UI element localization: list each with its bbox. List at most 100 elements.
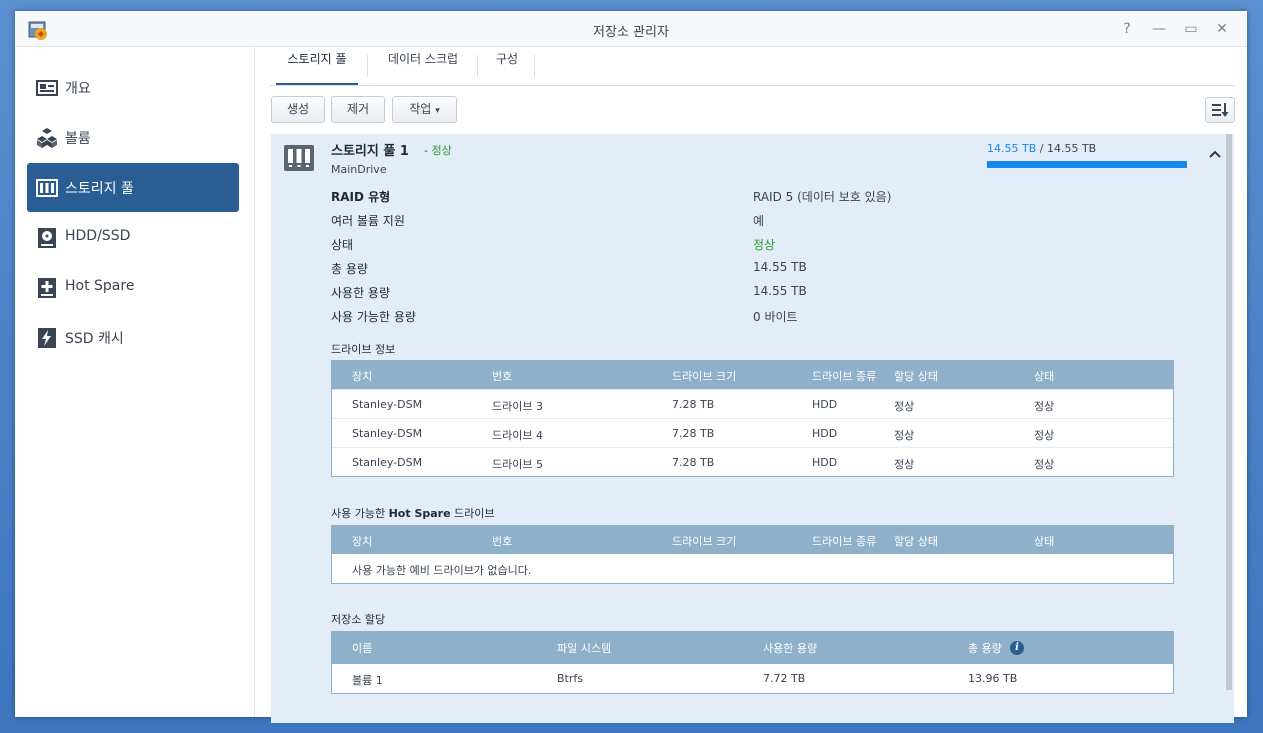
tab-divider [477, 55, 478, 77]
cell-total: 13.96 TB [968, 672, 1018, 685]
hot-spare-title: 사용 가능한 Hot Spare 드라이브 [331, 505, 495, 521]
column-header[interactable]: 할당 상태 [894, 533, 938, 549]
capacity-total: 14.55 TB [1046, 142, 1097, 155]
table-row[interactable]: Stanley-DSM 드라이브 3 7.28 TB HDD 정상 정상 [332, 389, 1173, 419]
sidebar-item-hdd-ssd[interactable]: HDD/SSD [27, 213, 239, 262]
capacity-text: 14.55 TB / 14.55 TB [987, 142, 1096, 155]
detail-value-raid-type: RAID 5 (데이터 보호 있음) [753, 190, 892, 204]
remove-button[interactable]: 제거 [331, 96, 385, 123]
column-header[interactable]: 사용한 용량 [763, 640, 817, 656]
allocation-title: 저장소 할당 [331, 613, 386, 626]
maximize-icon[interactable]: ▭ [1180, 18, 1202, 40]
main-content: 스토리지 풀 데이터 스크럽 구성 생성 제거 작업 ▾ 스토리지 풀 1 - … [255, 47, 1247, 723]
drive-info-title: 드라이브 정보 [331, 343, 396, 356]
detail-key-total-capacity: 총 용량 [331, 262, 368, 276]
sidebar-item-ssd-cache[interactable]: SSD 캐시 [27, 313, 239, 362]
column-header[interactable]: 번호 [492, 368, 512, 384]
column-header[interactable]: 파일 시스템 [557, 640, 611, 656]
storage-pool-icon [284, 145, 314, 171]
help-icon[interactable]: ? [1116, 18, 1138, 40]
hot-spare-title-bold: Hot Spare [388, 507, 451, 520]
storage-pool-panel[interactable]: 스토리지 풀 1 - 정상 MainDrive 14.55 TB / 14.55… [271, 134, 1234, 723]
collapse-button[interactable] [1207, 146, 1223, 162]
allocation-table: 이름 파일 시스템 사용한 용량 총 용량 i 볼륨 1 Btrfs 7.72 … [331, 631, 1174, 694]
volume-cubes-icon [37, 128, 57, 148]
cell-type: HDD [812, 398, 838, 411]
chevron-up-icon [1209, 150, 1221, 158]
minimize-icon[interactable]: — [1148, 18, 1170, 40]
column-header[interactable]: 드라이브 종류 [812, 533, 876, 549]
pool-description: MainDrive [331, 163, 387, 176]
scrollbar[interactable] [1226, 134, 1232, 690]
column-header[interactable]: 드라이브 종류 [812, 368, 876, 384]
empty-row: 사용 가능한 예비 드라이브가 없습니다. [332, 554, 1173, 583]
cell-device: Stanley-DSM [352, 398, 423, 411]
detail-value-multi-volume: 예 [753, 214, 765, 228]
tab-bar: 스토리지 풀 데이터 스크럽 구성 [270, 47, 1235, 86]
table-row[interactable]: 볼륨 1 Btrfs 7.72 TB 13.96 TB [332, 664, 1173, 693]
cell-status: 정상 [1034, 429, 1055, 442]
hot-spare-title-suffix: 드라이브 [450, 507, 495, 520]
hot-spare-table: 장치 번호 드라이브 크기 드라이브 종류 할당 상태 상태 사용 가능한 예비… [331, 525, 1174, 584]
empty-message: 사용 가능한 예비 드라이브가 없습니다. [352, 564, 532, 577]
chevron-down-icon: ▾ [435, 106, 440, 116]
title-bar[interactable]: 저장소 관리자 ? — ▭ ✕ [15, 11, 1247, 47]
column-header[interactable]: 드라이브 크기 [672, 533, 736, 549]
detail-key-status: 상태 [331, 238, 354, 252]
sidebar-item-label: HDD/SSD [65, 228, 131, 244]
tab-storage-pool[interactable]: 스토리지 풀 [276, 47, 358, 85]
table-header: 이름 파일 시스템 사용한 용량 총 용량 i [332, 632, 1173, 664]
cell-device: Stanley-DSM [352, 427, 423, 440]
pool-status-line: - 정상 [424, 142, 452, 158]
hdd-icon [38, 228, 56, 248]
cell-used: 7.72 TB [763, 672, 806, 685]
cell-type: HDD [812, 456, 838, 469]
cell-allocation-status: 정상 [894, 429, 915, 442]
hot-spare-title-prefix: 사용 가능한 [331, 507, 389, 520]
tab-data-scrub[interactable]: 데이터 스크럽 [371, 47, 475, 83]
sort-button[interactable] [1205, 97, 1235, 123]
sidebar-item-overview[interactable]: 개요 [27, 63, 239, 112]
info-icon[interactable]: i [1010, 641, 1024, 655]
cell-filesystem: Btrfs [557, 672, 583, 685]
column-header[interactable]: 드라이브 크기 [672, 368, 736, 384]
sidebar-item-label: 스토리지 풀 [65, 181, 134, 197]
column-header[interactable]: 장치 [352, 533, 372, 549]
tab-config[interactable]: 구성 [481, 47, 533, 83]
sidebar-item-label: SSD 캐시 [65, 331, 124, 347]
cell-size: 7.28 TB [672, 427, 715, 440]
sidebar-item-volume[interactable]: 볼륨 [27, 113, 239, 162]
detail-key-multi-volume: 여러 볼륨 지원 [331, 214, 405, 228]
cell-number: 드라이브 3 [492, 400, 543, 413]
column-header[interactable]: 상태 [1034, 533, 1054, 549]
cell-number: 드라이브 4 [492, 429, 543, 442]
storage-manager-window: 저장소 관리자 ? — ▭ ✕ 개요 볼륨 스토리지 풀 HDD/SSD Hot… [15, 11, 1247, 723]
cell-status: 정상 [1034, 400, 1055, 413]
column-header[interactable]: 번호 [492, 533, 512, 549]
column-header[interactable]: 총 용량 [968, 640, 1002, 656]
capacity-bar-fill [987, 161, 1187, 168]
table-row[interactable]: Stanley-DSM 드라이브 4 7.28 TB HDD 정상 정상 [332, 418, 1173, 448]
create-button[interactable]: 생성 [271, 96, 325, 123]
cell-size: 7.28 TB [672, 398, 715, 411]
sidebar-item-storage-pool[interactable]: 스토리지 풀 [27, 163, 239, 212]
capacity-separator: / [1036, 142, 1047, 155]
tab-divider [534, 55, 535, 77]
close-icon[interactable]: ✕ [1211, 18, 1233, 40]
table-row[interactable]: Stanley-DSM 드라이브 5 7.28 TB HDD 정상 정상 [332, 447, 1173, 477]
action-dropdown-button[interactable]: 작업 ▾ [392, 96, 457, 123]
cell-allocation-status: 정상 [894, 400, 915, 413]
column-header[interactable]: 할당 상태 [894, 368, 938, 384]
pool-name: 스토리지 풀 1 [331, 144, 409, 159]
column-header[interactable]: 장치 [352, 368, 372, 384]
column-header[interactable]: 이름 [352, 640, 372, 656]
cell-device: Stanley-DSM [352, 456, 423, 469]
capacity-used: 14.55 TB [987, 142, 1037, 155]
column-header[interactable]: 상태 [1034, 368, 1054, 384]
detail-value-available-capacity: 0 바이트 [753, 310, 798, 324]
sidebar-item-hot-spare[interactable]: Hot Spare [27, 263, 239, 312]
table-header: 장치 번호 드라이브 크기 드라이브 종류 할당 상태 상태 [332, 361, 1173, 389]
detail-key-used-capacity: 사용한 용량 [331, 286, 391, 300]
storage-pool-icon [36, 179, 58, 197]
hot-spare-icon [38, 278, 56, 298]
